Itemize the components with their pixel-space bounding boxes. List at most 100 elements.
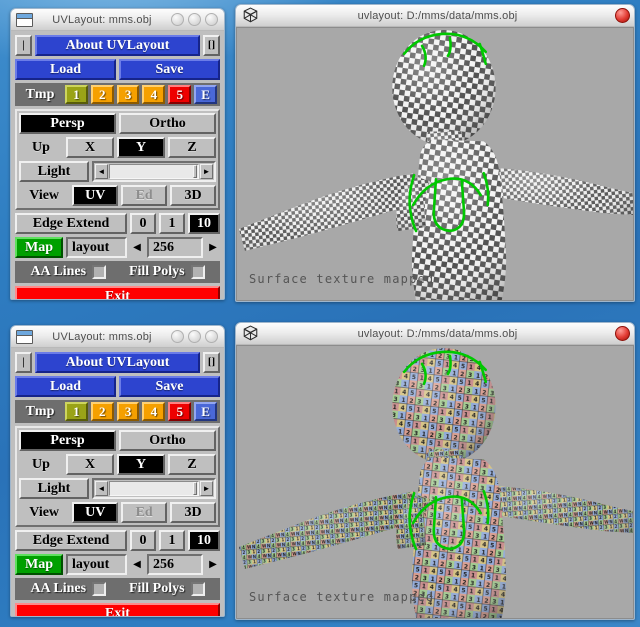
slider-track[interactable]: [109, 481, 199, 496]
minimize-circle-icon[interactable]: [171, 13, 184, 26]
light-button[interactable]: Light: [19, 478, 89, 499]
view-mode-3d-button[interactable]: 3D: [170, 185, 216, 206]
tmp-slot-5[interactable]: 5: [168, 402, 192, 421]
uvlayout-viewport-window-top[interactable]: uvlayout: D:/mms/data/mms.obj Surface te…: [235, 4, 635, 302]
panel-collapse-button[interactable]: |: [15, 352, 32, 373]
maximize-circle-icon[interactable]: [188, 13, 201, 26]
map-button[interactable]: Map: [15, 554, 63, 575]
ortho-button[interactable]: Ortho: [119, 113, 216, 134]
tmp-slot-3[interactable]: 3: [116, 402, 140, 421]
view-mode-uv-button[interactable]: UV: [72, 185, 119, 206]
save-button[interactable]: Save: [119, 59, 220, 80]
about-uvlayout-button[interactable]: About UVLayout: [35, 352, 200, 373]
exit-button[interactable]: Exit: [15, 603, 220, 616]
up-axis-z-button[interactable]: Z: [168, 137, 216, 158]
view-mode-3d-button[interactable]: 3D: [170, 502, 216, 523]
tmp-slot-2[interactable]: 2: [90, 85, 114, 104]
light-slider[interactable]: ◄ ►: [92, 478, 216, 499]
minimize-circle-icon[interactable]: [171, 330, 184, 343]
aa-lines-group[interactable]: AA Lines: [19, 264, 118, 280]
maximize-circle-icon[interactable]: [188, 330, 201, 343]
aa-lines-checkbox[interactable]: [92, 265, 107, 279]
panel-collapse-button[interactable]: |: [15, 35, 32, 56]
close-red-circle-icon[interactable]: [615, 8, 630, 23]
titlebar-control-bottom[interactable]: UVLayout: mms.obj: [11, 326, 224, 348]
aa-lines-group[interactable]: AA Lines: [19, 581, 118, 597]
up-axis-x-button[interactable]: X: [66, 454, 114, 475]
titlebar-viewport-top[interactable]: uvlayout: D:/mms/data/mms.obj: [236, 5, 634, 27]
edge-extend-0-button[interactable]: 0: [130, 530, 156, 551]
tmp-slot-1[interactable]: 1: [65, 85, 88, 104]
close-circle-icon[interactable]: [205, 330, 218, 343]
light-slider[interactable]: ◄ ►: [92, 161, 216, 182]
checker-textured-character-model: [238, 29, 633, 300]
edge-extend-10-button[interactable]: 10: [188, 213, 220, 234]
save-button[interactable]: Save: [119, 376, 220, 397]
edge-extend-button[interactable]: Edge Extend: [15, 530, 127, 551]
slider-left-arrow-icon[interactable]: ◄: [95, 164, 108, 179]
tmp-slot-4[interactable]: 4: [142, 85, 166, 104]
fill-polys-group[interactable]: Fill Polys: [118, 581, 217, 597]
panel-expand-button[interactable]: []: [203, 352, 220, 373]
slider-left-arrow-icon[interactable]: ◄: [95, 481, 108, 496]
aa-lines-checkbox[interactable]: [92, 582, 107, 596]
up-axis-x-button[interactable]: X: [66, 137, 114, 158]
persp-button[interactable]: Persp: [19, 430, 116, 451]
slider-right-arrow-icon[interactable]: ►: [200, 481, 213, 496]
edge-extend-1-button[interactable]: 1: [159, 213, 185, 234]
tmp-slot-5[interactable]: 5: [168, 85, 192, 104]
resolution-next-arrow-icon[interactable]: ▶: [206, 237, 220, 258]
map-button[interactable]: Map: [15, 237, 63, 258]
fill-polys-checkbox[interactable]: [190, 582, 205, 596]
fill-polys-checkbox[interactable]: [190, 265, 205, 279]
resolution-input[interactable]: 256: [147, 237, 203, 258]
viewport-3d-bottom[interactable]: 123 451 N4W: [236, 345, 634, 619]
edge-extend-0-button[interactable]: 0: [130, 213, 156, 234]
up-axis-z-button[interactable]: Z: [168, 454, 216, 475]
about-uvlayout-button[interactable]: About UVLayout: [35, 35, 200, 56]
window-buttons[interactable]: [171, 13, 218, 26]
resolution-prev-arrow-icon[interactable]: ◀: [130, 237, 144, 258]
resolution-input[interactable]: 256: [147, 554, 203, 575]
titlebar-viewport-bottom[interactable]: uvlayout: D:/mms/data/mms.obj: [236, 323, 634, 345]
tmp-slot-1[interactable]: 1: [65, 402, 88, 421]
uvlayout-control-window-bottom[interactable]: UVLayout: mms.obj | About UVLayout [] Lo…: [10, 325, 225, 617]
persp-button[interactable]: Persp: [19, 113, 116, 134]
view-settings-group: Persp Ortho Up X Y Z Light ◄ ► View UV E…: [15, 109, 220, 210]
exit-button[interactable]: Exit: [15, 286, 220, 299]
tmp-slot-2[interactable]: 2: [90, 402, 114, 421]
edge-extend-button[interactable]: Edge Extend: [15, 213, 127, 234]
up-axis-y-button[interactable]: Y: [117, 454, 165, 475]
close-red-circle-icon[interactable]: [615, 326, 630, 341]
map-name-input[interactable]: layout: [66, 554, 127, 575]
tmp-row: Tmp 1 2 3 4 5 E: [15, 400, 220, 423]
resolution-prev-arrow-icon[interactable]: ◀: [130, 554, 144, 575]
fill-polys-group[interactable]: Fill Polys: [118, 264, 217, 280]
tmp-slot-e[interactable]: E: [194, 85, 217, 104]
uvlayout-viewport-window-bottom[interactable]: uvlayout: D:/mms/data/mms.obj 123 451: [235, 322, 635, 620]
viewport-3d-top[interactable]: Surface texture mapped: [236, 27, 634, 301]
titlebar-control-top[interactable]: UVLayout: mms.obj: [11, 9, 224, 31]
slider-right-arrow-icon[interactable]: ►: [200, 164, 213, 179]
close-circle-icon[interactable]: [205, 13, 218, 26]
slider-thumb[interactable]: [193, 482, 197, 495]
tmp-slot-e[interactable]: E: [194, 402, 217, 421]
window-buttons[interactable]: [171, 330, 218, 343]
load-button[interactable]: Load: [15, 59, 116, 80]
map-name-input[interactable]: layout: [66, 237, 127, 258]
light-button[interactable]: Light: [19, 161, 89, 182]
up-axis-y-button[interactable]: Y: [117, 137, 165, 158]
slider-thumb[interactable]: [193, 165, 197, 178]
slider-track[interactable]: [109, 164, 199, 179]
resolution-next-arrow-icon[interactable]: ▶: [206, 554, 220, 575]
tmp-slot-3[interactable]: 3: [116, 85, 140, 104]
panel-expand-button[interactable]: []: [203, 35, 220, 56]
view-mode-uv-button[interactable]: UV: [72, 502, 119, 523]
ortho-button[interactable]: Ortho: [119, 430, 216, 451]
tmp-slot-4[interactable]: 4: [142, 402, 166, 421]
uvlayout-control-window-top[interactable]: UVLayout: mms.obj | About UVLayout [] Lo…: [10, 8, 225, 300]
edge-extend-1-button[interactable]: 1: [159, 530, 185, 551]
load-button[interactable]: Load: [15, 376, 116, 397]
document-icon: [16, 329, 33, 344]
edge-extend-10-button[interactable]: 10: [188, 530, 220, 551]
